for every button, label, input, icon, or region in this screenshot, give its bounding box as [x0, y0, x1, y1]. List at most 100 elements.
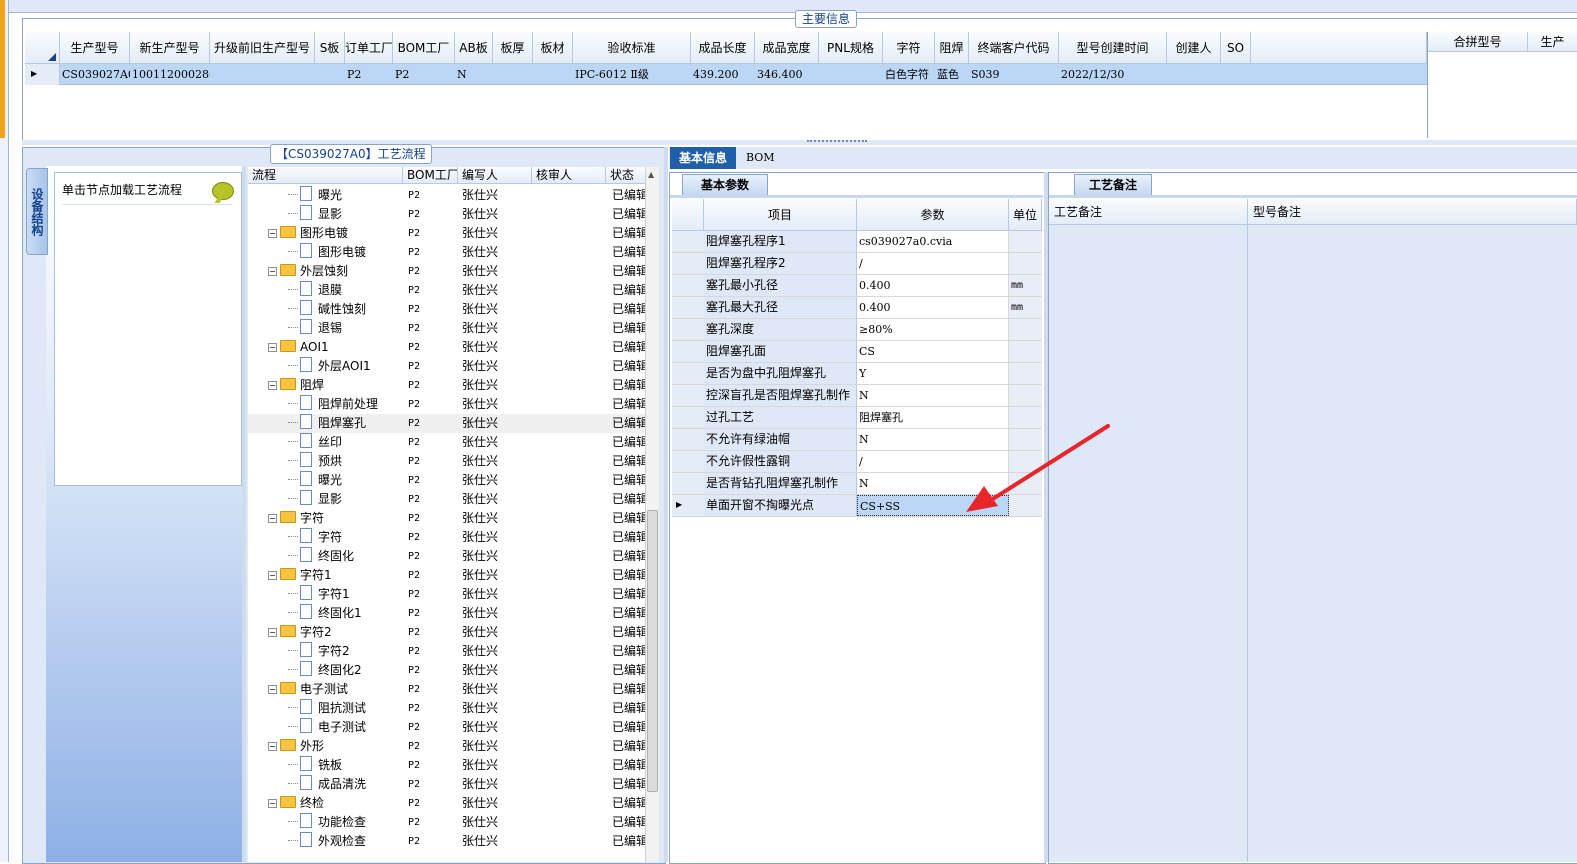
collapse-icon[interactable]: − [268, 343, 277, 352]
process-tree-row[interactable]: 退锡 P2 张仕兴 已编辑 [248, 319, 658, 338]
param-row[interactable]: 控深盲孔是否阻焊塞孔制作 N [672, 385, 1042, 407]
main-row-cell[interactable] [1221, 64, 1251, 85]
param-row[interactable]: 阻焊塞孔程序1 cs039027a0.cvia [672, 231, 1042, 253]
param-value[interactable]: / [857, 253, 1009, 274]
merge-model-header[interactable]: 合拼型号 [1428, 32, 1528, 52]
process-tree-row[interactable]: 成品清洗 P2 张仕兴 已编辑 [248, 775, 658, 794]
process-col-header[interactable]: 状态 [606, 167, 646, 184]
main-row-cell[interactable]: 白色字符 [883, 64, 935, 85]
param-value-header[interactable]: 参数 [857, 199, 1009, 231]
param-row[interactable]: 阻焊塞孔面 CS [672, 341, 1042, 363]
main-col-header[interactable]: 创建人 [1167, 32, 1221, 64]
main-col-header[interactable]: 订单工厂 [345, 32, 393, 64]
process-node[interactable]: 退锡 [248, 319, 403, 338]
collapse-icon[interactable]: − [268, 229, 277, 238]
process-node[interactable]: 终固化2 [248, 661, 403, 680]
process-tree-row[interactable]: − AOI1 P2 张仕兴 已编辑 [248, 338, 658, 357]
main-row-cell[interactable] [315, 64, 345, 85]
param-value[interactable]: 0.400 [857, 275, 1009, 296]
process-tree-row[interactable]: 功能检查 P2 张仕兴 已编辑 [248, 813, 658, 832]
process-node[interactable]: − 外层蚀刻 [248, 262, 403, 281]
collapse-icon[interactable]: − [268, 742, 277, 751]
param-row-selector[interactable] [672, 473, 705, 494]
process-node[interactable]: 外观检查 [248, 832, 403, 851]
param-value[interactable]: / [857, 451, 1009, 472]
process-tree-row[interactable]: 显影 P2 张仕兴 已编辑 [248, 205, 658, 224]
process-node[interactable]: 功能检查 [248, 813, 403, 832]
process-col-header[interactable]: 核审人 [532, 167, 606, 184]
process-tree-row[interactable]: − 字符2 P2 张仕兴 已编辑 [248, 623, 658, 642]
main-col-header[interactable]: SO [1221, 32, 1251, 64]
scroll-up-icon[interactable]: ▲ [648, 170, 654, 179]
main-col-header[interactable]: 成品长度 [691, 32, 755, 64]
process-col-header[interactable]: 流程 [248, 167, 403, 184]
param-row-selector[interactable] [672, 385, 705, 406]
main-col-header[interactable]: BOM工厂 [393, 32, 455, 64]
param-value[interactable]: N [857, 473, 1009, 494]
process-tree-row[interactable]: 外观检查 P2 张仕兴 已编辑 [248, 832, 658, 851]
param-unit-header[interactable]: 单位 [1009, 199, 1042, 231]
process-tree-row[interactable]: 碱性蚀刻 P2 张仕兴 已编辑 [248, 300, 658, 319]
process-tree-row[interactable]: − 字符 P2 张仕兴 已编辑 [248, 509, 658, 528]
main-row-cell[interactable] [210, 64, 315, 85]
process-tree-row[interactable]: 外层AOI1 P2 张仕兴 已编辑 [248, 357, 658, 376]
center-vertical-splitter[interactable] [664, 147, 668, 862]
param-row[interactable]: 过孔工艺 阻焊塞孔 [672, 407, 1042, 429]
process-tree-row[interactable]: 终固化 P2 张仕兴 已编辑 [248, 547, 658, 566]
main-row-cell[interactable]: N [455, 64, 493, 85]
param-row[interactable]: 是否背钻孔阻焊塞孔制作 N [672, 473, 1042, 495]
param-row[interactable]: 塞孔最大孔径 0.400 mm [672, 297, 1042, 319]
main-col-header[interactable]: 新生产型号 [130, 32, 210, 64]
param-row-selector[interactable]: ▶ [672, 495, 705, 516]
process-tree-row[interactable]: 字符2 P2 张仕兴 已编辑 [248, 642, 658, 661]
param-row[interactable]: 不允许有绿油帽 N [672, 429, 1042, 451]
process-tree-row[interactable]: 阻焊前处理 P2 张仕兴 已编辑 [248, 395, 658, 414]
param-row-selector[interactable] [672, 319, 705, 340]
process-tree-row[interactable]: − 图形电镀 P2 张仕兴 已编辑 [248, 224, 658, 243]
main-col-header[interactable]: AB板 [455, 32, 493, 64]
process-node[interactable]: − 终检 [248, 794, 403, 813]
param-value[interactable]: CS [857, 341, 1009, 362]
main-row-cell[interactable] [533, 64, 573, 85]
param-row-selector[interactable] [672, 407, 705, 428]
main-col-header[interactable]: 验收标准 [573, 32, 691, 64]
process-node[interactable]: 曝光 [248, 186, 403, 205]
process-node[interactable]: − 外形 [248, 737, 403, 756]
main-row-cell[interactable]: 439.200 [691, 64, 755, 85]
main-col-header[interactable]: 字符 [883, 32, 935, 64]
process-node[interactable]: 显影 [248, 205, 403, 224]
param-row[interactable]: 阻焊塞孔程序2/ [672, 253, 1042, 275]
param-row-selector[interactable] [672, 341, 705, 362]
process-tree-row[interactable]: 电子测试 P2 张仕兴 已编辑 [248, 718, 658, 737]
main-row-cell[interactable]: P2 [345, 64, 393, 85]
process-tree-row[interactable]: − 终检 P2 张仕兴 已编辑 [248, 794, 658, 813]
process-tree-row[interactable]: − 外层蚀刻 P2 张仕兴 已编辑 [248, 262, 658, 281]
tab-bom[interactable]: BOM [740, 147, 781, 169]
process-remarks-header[interactable]: 工艺备注 [1049, 199, 1248, 225]
process-node[interactable]: − 电子测试 [248, 680, 403, 699]
param-value[interactable]: N [857, 429, 1009, 450]
equipment-structure-tab[interactable]: 设备结构 [26, 168, 48, 255]
param-row-selector[interactable] [672, 429, 705, 450]
process-node[interactable]: 阻抗测试 [248, 699, 403, 718]
process-remarks-field[interactable] [1049, 225, 1248, 862]
main-col-header[interactable]: 生产型号 [60, 32, 130, 64]
tab-basic-info[interactable]: 基本信息 [670, 147, 736, 169]
process-node[interactable]: 铣板 [248, 756, 403, 775]
main-row-cell[interactable] [1167, 64, 1221, 85]
process-node[interactable]: − 图形电镀 [248, 224, 403, 243]
main-col-header[interactable]: 成品宽度 [755, 32, 819, 64]
param-row-selector[interactable] [672, 231, 705, 252]
tab-basic-params[interactable]: 基本参数 [682, 174, 768, 195]
process-tree-row[interactable]: 终固化1 P2 张仕兴 已编辑 [248, 604, 658, 623]
process-node[interactable]: 碱性蚀刻 [248, 300, 403, 319]
process-node[interactable]: − 字符 [248, 509, 403, 528]
process-tree-row[interactable]: − 阻焊 P2 张仕兴 已编辑 [248, 376, 658, 395]
row-selector[interactable]: ▶ [25, 64, 60, 85]
process-tree-row[interactable]: 退膜 P2 张仕兴 已编辑 [248, 281, 658, 300]
process-node[interactable]: 显影 [248, 490, 403, 509]
process-tree-row[interactable]: 阻抗测试 P2 张仕兴 已编辑 [248, 699, 658, 718]
process-tree-row[interactable]: 丝印 P2 张仕兴 已编辑 [248, 433, 658, 452]
main-col-header[interactable]: 终端客户代码 [969, 32, 1059, 64]
main-row-cell[interactable]: IPC-6012 Ⅱ级 [573, 64, 691, 85]
